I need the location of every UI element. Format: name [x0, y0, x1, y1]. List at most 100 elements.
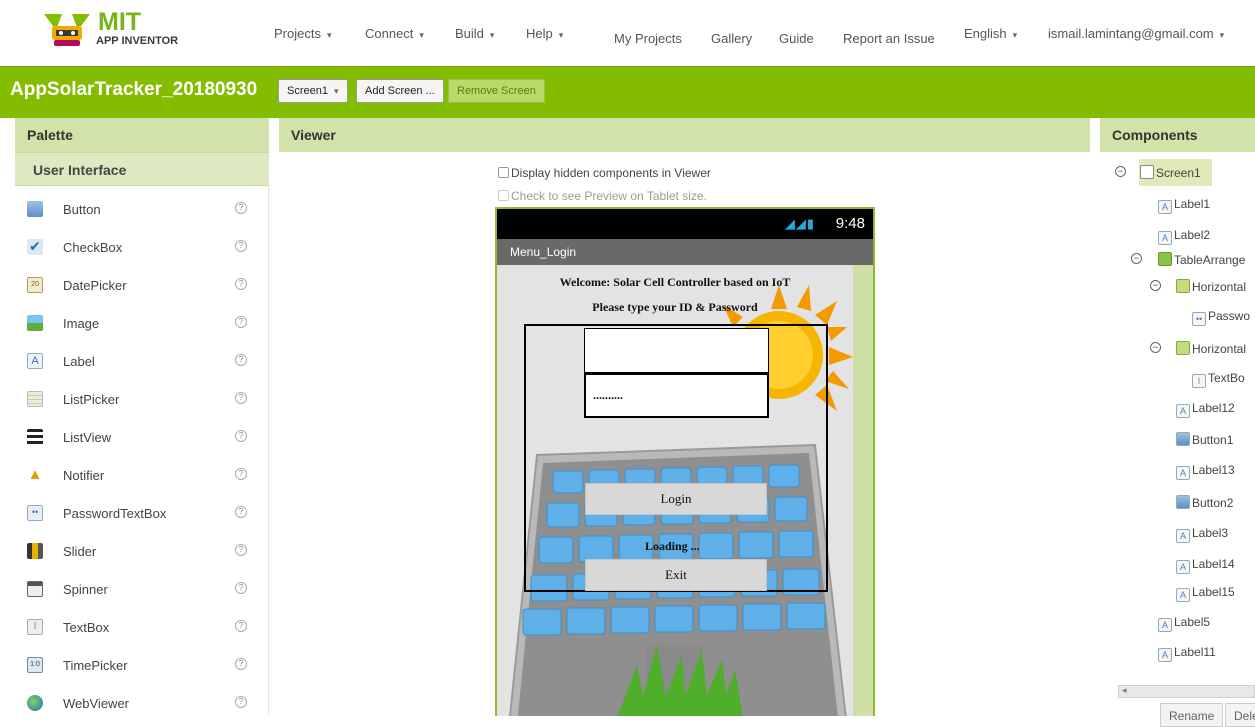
display-hidden-checkbox[interactable]: [498, 167, 509, 178]
help-icon[interactable]: ?: [235, 620, 247, 632]
prompt-label: Please type your ID & Password: [592, 300, 758, 314]
link-guide[interactable]: Guide: [779, 31, 814, 46]
display-hidden-option[interactable]: Display hidden components in Viewer: [498, 166, 711, 180]
tree-node-label: Horizontal: [1192, 342, 1247, 356]
help-icon[interactable]: ?: [235, 696, 247, 708]
tree-node-label: Button2: [1192, 496, 1234, 510]
phone-preview[interactable]: ◢◢▮ 9:48 Menu_Login Welcome: Solar Cell …: [495, 207, 875, 716]
tree-node-label: Label11: [1174, 645, 1216, 659]
tree-node-label1[interactable]: A Label1: [1158, 197, 1210, 214]
tree-node-label3[interactable]: A Label3: [1176, 526, 1228, 543]
collapse-icon[interactable]: −: [1131, 253, 1142, 264]
scroll-left-arrow-icon[interactable]: ◂: [1122, 685, 1127, 696]
tablet-preview-option[interactable]: Check to see Preview on Tablet size.: [498, 189, 707, 203]
tree-node-label5[interactable]: A Label5: [1158, 615, 1210, 632]
help-icon[interactable]: ?: [235, 544, 247, 556]
help-icon[interactable]: ?: [235, 658, 247, 670]
help-icon[interactable]: ?: [235, 392, 247, 404]
caret-down-icon: ▾: [558, 30, 564, 40]
tree-node-textbox[interactable]: I TextBo: [1192, 371, 1245, 388]
rename-button[interactable]: Rename: [1160, 703, 1224, 727]
caret-down-icon: ▾: [419, 30, 424, 40]
tree-node-label15[interactable]: A Label15: [1176, 585, 1235, 602]
link-report-issue[interactable]: Report an Issue: [843, 31, 935, 46]
palette-item-textbox[interactable]: I TextBox ?: [15, 609, 269, 647]
exit-button[interactable]: Exit: [585, 559, 767, 591]
menu-build[interactable]: Build ▾: [455, 26, 494, 41]
tree-node-label13[interactable]: A Label13: [1176, 463, 1235, 480]
tree-node-label: Label1: [1174, 197, 1211, 211]
tree-node-button2[interactable]: Button2: [1176, 495, 1233, 510]
palette-item-checkbox[interactable]: ✔ CheckBox ?: [15, 229, 269, 267]
palette-item-webviewer[interactable]: WebViewer ?: [15, 685, 269, 723]
add-screen-button[interactable]: Add Screen ...: [356, 79, 444, 103]
tree-node-label11[interactable]: A Label11: [1158, 645, 1216, 662]
id-input[interactable]: [585, 329, 768, 372]
tree-node-passwordtextbox[interactable]: •• Passwo: [1192, 309, 1250, 326]
link-gallery[interactable]: Gallery: [711, 31, 752, 46]
palette-item-notifier[interactable]: ▲ Notifier ?: [15, 457, 269, 495]
tree-node-label: Label3: [1192, 526, 1229, 540]
tree-node-button1[interactable]: Button1: [1176, 432, 1233, 447]
account-menu[interactable]: ismail.lamintang@gmail.com ▾: [1048, 26, 1224, 41]
collapse-icon[interactable]: −: [1150, 280, 1161, 291]
warning-icon: ▲: [27, 466, 43, 483]
palette-item-label: ListView: [63, 430, 112, 445]
menu-projects[interactable]: Projects ▾: [274, 26, 332, 41]
button-icon: [27, 201, 43, 217]
timepicker-icon: 1:0: [27, 657, 43, 673]
table-arrangement-icon: [1158, 252, 1172, 266]
palette-item-timepicker[interactable]: 1:0 TimePicker ?: [15, 647, 269, 685]
remove-screen-button[interactable]: Remove Screen: [448, 79, 545, 103]
components-horizontal-scrollbar[interactable]: ◂: [1118, 685, 1255, 698]
tablet-preview-checkbox[interactable]: [498, 190, 509, 201]
tree-node-horizontal-1[interactable]: Horizontal: [1176, 279, 1246, 294]
tree-node-tablearrangement[interactable]: TableArrange: [1158, 252, 1245, 267]
label-icon: A: [27, 353, 43, 369]
help-icon[interactable]: ?: [235, 506, 247, 518]
help-icon[interactable]: ?: [235, 202, 247, 214]
tree-node-label14[interactable]: A Label14: [1176, 557, 1235, 574]
palette-item-button[interactable]: Button ?: [15, 191, 269, 229]
tree-node-horizontal-2[interactable]: Horizontal: [1176, 341, 1246, 356]
help-icon[interactable]: ?: [235, 582, 247, 594]
menu-connect[interactable]: Connect ▾: [365, 26, 424, 41]
tree-node-label2[interactable]: A Label2: [1158, 228, 1210, 245]
login-button[interactable]: Login: [585, 483, 767, 515]
tree-node-screen1[interactable]: Screen1: [1140, 165, 1201, 180]
language-menu[interactable]: English ▾: [964, 26, 1017, 41]
user-interface-section[interactable]: User Interface: [15, 152, 269, 186]
help-icon[interactable]: ?: [235, 430, 247, 442]
components-panel: Components − Screen1 A Label1 A Label2 − T…: [1100, 118, 1255, 727]
palette-item-spinner[interactable]: Spinner ?: [15, 571, 269, 609]
palette-item-slider[interactable]: Slider ?: [15, 533, 269, 571]
help-icon[interactable]: ?: [235, 316, 247, 328]
link-my-projects[interactable]: My Projects: [614, 31, 682, 46]
screen-icon: [1140, 165, 1154, 179]
palette-item-listview[interactable]: ListView ?: [15, 419, 269, 457]
palette-item-passwordtextbox[interactable]: •• PasswordTextBox ?: [15, 495, 269, 533]
passwordtextbox-icon: ••: [27, 505, 43, 521]
palette-item-image[interactable]: Image ?: [15, 305, 269, 343]
palette-item-datepicker[interactable]: 20 DatePicker ?: [15, 267, 269, 305]
menu-projects-label: Projects: [274, 26, 321, 41]
palette-item-label[interactable]: A Label ?: [15, 343, 269, 381]
screen-select-dropdown[interactable]: Screen1 ▾: [278, 79, 348, 103]
help-icon[interactable]: ?: [235, 240, 247, 252]
palette-item-listpicker[interactable]: ListPicker ?: [15, 381, 269, 419]
menu-help[interactable]: Help ▾: [526, 26, 563, 41]
label-icon: A: [1176, 404, 1190, 418]
password-mask: ..........: [593, 388, 623, 402]
help-icon[interactable]: ?: [235, 354, 247, 366]
horizontal-arrangement-icon: [1176, 279, 1190, 293]
collapse-icon[interactable]: −: [1115, 166, 1126, 177]
tree-node-label: Label12: [1192, 401, 1235, 415]
tree-node-label12[interactable]: A Label12: [1176, 401, 1235, 418]
checkbox-icon: ✔: [27, 239, 43, 255]
mit-app-inventor-logo[interactable]: MIT APP INVENTOR: [40, 8, 190, 54]
tree-node-label: Screen1: [1156, 166, 1201, 180]
help-icon[interactable]: ?: [235, 278, 247, 290]
help-icon[interactable]: ?: [235, 468, 247, 480]
collapse-icon[interactable]: −: [1150, 342, 1161, 353]
delete-button[interactable]: Dele: [1225, 703, 1255, 727]
